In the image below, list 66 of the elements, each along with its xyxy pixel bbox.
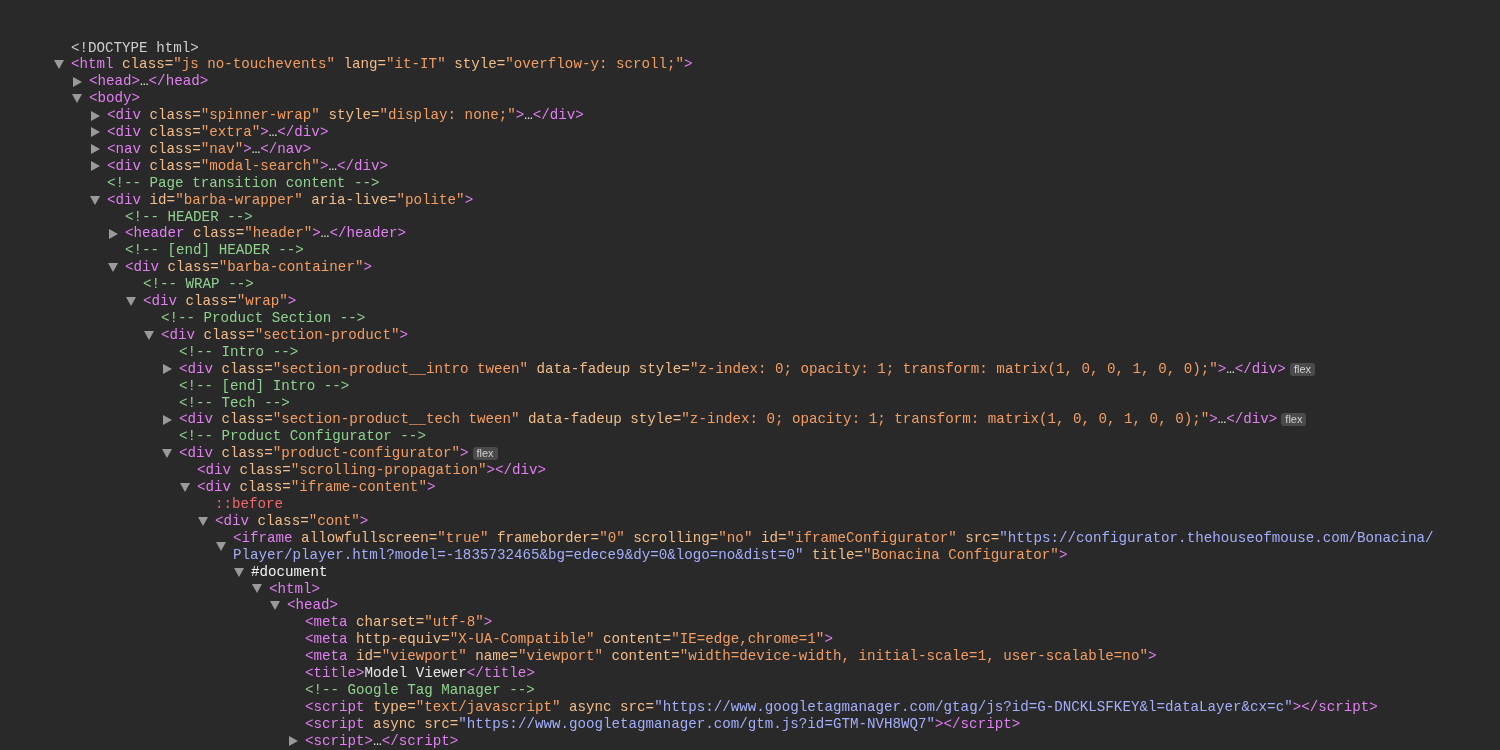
disclosure-triangle-icon[interactable]: [234, 567, 244, 577]
pseudo-element-label: ::before: [215, 495, 284, 513]
disclosure-triangle-icon[interactable]: [198, 516, 208, 526]
code-line: <div class="barba-container">: [125, 259, 372, 277]
disclosure-triangle-icon[interactable]: [72, 94, 82, 104]
code-line: <div class="iframe-content">: [197, 479, 436, 496]
disclosure-triangle-icon[interactable]: [144, 330, 154, 340]
code-line: <meta id="viewport" name="viewport" content="width=device-width, initial-scale=1, user-scalable=no">: [305, 648, 1157, 666]
code-line: <script async src="https://www.googletagmanager.com/gtm.js?id=GTM-NVH8WQ7"></script>: [305, 715, 1021, 733]
code-comment: <!-- Product Section -->: [161, 310, 366, 327]
code-line: <div class="cont">: [215, 512, 369, 530]
disclosure-triangle-icon[interactable]: [162, 449, 172, 459]
flex-badge[interactable]: flex: [472, 447, 498, 461]
doctype-line: <!DOCTYPE html>: [71, 39, 199, 57]
disclosure-triangle-icon[interactable]: [270, 601, 280, 611]
code-line: <header class="header">…</header>: [125, 225, 406, 243]
disclosure-triangle-icon[interactable]: [252, 584, 262, 594]
code-comment: <!-- [end] Intro -->: [179, 377, 350, 395]
code-comment: <!-- Intro -->: [179, 343, 299, 361]
code-line: <script>…</script>: [305, 732, 459, 750]
disclosure-triangle-icon[interactable]: [180, 483, 190, 492]
code-line: <nav class="nav">…</nav>: [107, 140, 312, 158]
code-comment: <!-- Tech -->: [179, 394, 290, 412]
disclosure-triangle-icon[interactable]: [126, 297, 136, 307]
disclosure-triangle-icon[interactable]: [163, 414, 172, 425]
code-line: <meta http-equiv="X-UA-Compatible" content="IE=edge,chrome=1">: [305, 631, 833, 649]
disclosure-triangle-icon[interactable]: [91, 127, 100, 138]
disclosure-triangle-icon[interactable]: [54, 60, 64, 70]
code-line: <head>: [287, 597, 339, 615]
code-line: <head>…</head>: [89, 73, 209, 91]
code-line: <div class="wrap">: [143, 293, 297, 310]
code-comment: <!-- HEADER -->: [125, 208, 253, 226]
code-line: <div class="extra">…</div>: [107, 124, 329, 141]
code-comment: <!-- Google Tag Manager -->: [305, 681, 535, 699]
disclosure-triangle-icon[interactable]: [90, 195, 100, 205]
flex-badge[interactable]: flex: [1289, 362, 1315, 376]
code-line: <div class="spinner-wrap" style="display: none;">…</div>: [107, 107, 584, 125]
code-line: <script type="text/javascript" async src="https://www.googletagmanager.com/gtag/js?id=G-DNCKLSFKEY&l=dataLayer&cx=c"></script>: [305, 698, 1378, 716]
code-line: <body>: [89, 90, 141, 108]
disclosure-triangle-icon[interactable]: [216, 542, 226, 552]
disclosure-triangle-icon[interactable]: [108, 263, 118, 273]
code-comment: <!-- Product Configurator -->: [179, 428, 426, 446]
code-line: <div class="modal-search">…</div>: [107, 157, 388, 175]
disclosure-triangle-icon[interactable]: [73, 76, 82, 87]
code-line: <title>Model Viewer</title>: [305, 665, 535, 682]
code-comment: <!-- WRAP -->: [143, 276, 254, 294]
code-line: <div class="section-product__intro tween" data-fadeup style="z-index: 0; opacity: 1; transform: matrix(1, 0, 0, 1, 0, 0);">…</div>: [179, 360, 1286, 378]
flex-badge[interactable]: flex: [1281, 413, 1307, 427]
disclosure-triangle-icon[interactable]: [109, 228, 118, 239]
code-line: <iframe allowfullscreen="true" frameborder="0" scrolling="no" id="iframeConfigurator" src="https://configurator.thehouseofmouse.com/Bonacina/ Player/player.html?model=-1835732465&bg=edece9&dy=0&logo=no&dist=0" title="Bonacina Configurator">: [233, 529, 1435, 564]
code-line: <div class="scrolling-propagation"></div>: [197, 462, 547, 480]
document-label: #document: [251, 563, 328, 581]
code-line: <div id="barba-wrapper" aria-live="polite">: [107, 191, 474, 209]
disclosure-triangle-icon[interactable]: [91, 110, 100, 121]
disclosure-triangle-icon[interactable]: [163, 364, 172, 375]
code-line: <div class="section-product__tech tween" data-fadeup style="z-index: 0; opacity: 1; transform: matrix(1, 0, 0, 1, 0, 0);">…</div>: [179, 411, 1278, 429]
code-line: <div class="section-product">: [161, 326, 408, 344]
code-line: <div class="product-configurator">: [179, 445, 469, 463]
disclosure-triangle-icon[interactable]: [289, 736, 298, 747]
code-comment: <!-- Page transition content -->: [107, 174, 380, 192]
code-line: <html>: [269, 580, 321, 598]
code-comment: <!-- [end] HEADER -->: [125, 242, 304, 260]
disclosure-triangle-icon[interactable]: [91, 161, 100, 172]
disclosure-triangle-icon[interactable]: [91, 144, 100, 155]
code-line: <meta charset="utf-8">: [305, 614, 493, 632]
code-line: <html class="js no-touchevents" lang="it-IT" style="overflow-y: scroll;">: [71, 56, 693, 74]
